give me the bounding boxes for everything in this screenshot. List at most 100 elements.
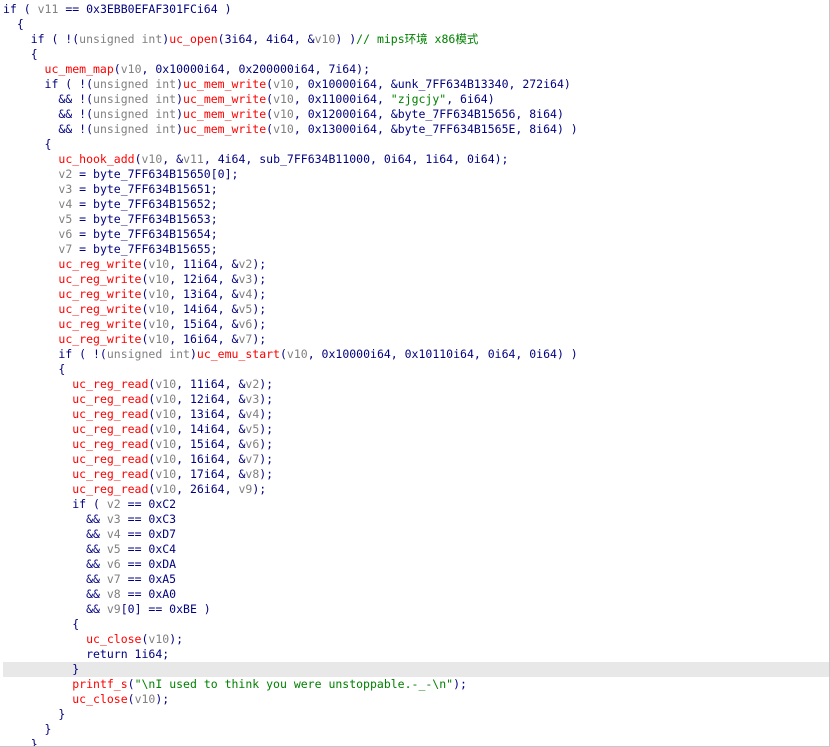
pseudocode-editor[interactable]: if ( v11 == 0x3EBB0EFAF301FCi64 ) { if (… bbox=[0, 0, 830, 747]
code-line[interactable]: uc_reg_write(v10, 15i64, &v6); bbox=[3, 317, 829, 332]
code-line[interactable]: v2 = byte_7FF634B15650[0]; bbox=[3, 167, 829, 182]
code-line[interactable]: && v9[0] == 0xBE ) bbox=[3, 602, 829, 617]
code-line[interactable]: uc_reg_read(v10, 13i64, &v4); bbox=[3, 407, 829, 422]
code-line[interactable]: uc_reg_write(v10, 11i64, &v2); bbox=[3, 257, 829, 272]
code-line[interactable]: uc_reg_read(v10, 11i64, &v2); bbox=[3, 377, 829, 392]
code-text: , 15i64, & bbox=[176, 437, 246, 451]
code-line[interactable]: if ( !(unsigned int)uc_mem_write(v10, 0x… bbox=[3, 77, 829, 92]
code-line[interactable]: && v6 == 0xDA bbox=[3, 557, 829, 572]
code-line[interactable]: && v7 == 0xA5 bbox=[3, 572, 829, 587]
code-line[interactable]: if ( v11 == 0x3EBB0EFAF301FCi64 ) bbox=[3, 2, 829, 17]
code-line[interactable]: uc_hook_add(v10, &v11, 4i64, sub_7FF634B… bbox=[3, 152, 829, 167]
code-line[interactable]: v6 = byte_7FF634B15654; bbox=[3, 227, 829, 242]
code-text: , 0x10000i64, 0x200000i64, 7i64); bbox=[141, 62, 370, 76]
function-name: uc_close bbox=[86, 632, 142, 646]
code-line[interactable]: uc_reg_read(v10, 14i64, &v5); bbox=[3, 422, 829, 437]
code-line[interactable]: && v3 == 0xC3 bbox=[3, 512, 829, 527]
code-line-current[interactable]: } bbox=[3, 662, 829, 677]
code-line[interactable]: uc_reg_read(v10, 16i64, &v7); bbox=[3, 452, 829, 467]
code-line[interactable]: printf_s("\nI used to think you were uns… bbox=[3, 677, 829, 692]
code-line[interactable]: { bbox=[3, 47, 829, 62]
code-view[interactable]: if ( v11 == 0x3EBB0EFAF301FCi64 ) { if (… bbox=[3, 2, 829, 747]
code-line[interactable]: v5 = byte_7FF634B15653; bbox=[3, 212, 829, 227]
code-line[interactable]: && !(unsigned int)uc_mem_write(v10, 0x13… bbox=[3, 122, 829, 137]
code-line[interactable]: uc_reg_read(v10, 12i64, &v3); bbox=[3, 392, 829, 407]
code-line[interactable]: && !(unsigned int)uc_mem_write(v10, 0x12… bbox=[3, 107, 829, 122]
code-line[interactable]: { bbox=[3, 617, 829, 632]
code-line[interactable]: v3 = byte_7FF634B15651; bbox=[3, 182, 829, 197]
code-line[interactable]: && !(unsigned int)uc_mem_write(v10, 0x11… bbox=[3, 92, 829, 107]
code-text: , 11i64, & bbox=[169, 257, 239, 271]
variable-name: v10 bbox=[148, 317, 170, 331]
code-text: , 14i64, & bbox=[169, 302, 239, 316]
code-line[interactable]: uc_reg_read(v10, 26i64, v9); bbox=[3, 482, 829, 497]
code-line[interactable]: uc_reg_read(v10, 17i64, &v8); bbox=[3, 467, 829, 482]
code-line[interactable]: uc_reg_read(v10, 15i64, &v6); bbox=[3, 437, 829, 452]
function-name: uc_reg_read bbox=[72, 467, 149, 481]
variable-name: v10 bbox=[155, 377, 177, 391]
code-text: ); bbox=[259, 377, 274, 391]
code-line[interactable]: && v4 == 0xD7 bbox=[3, 527, 829, 542]
function-name: uc_reg_write bbox=[58, 302, 142, 316]
function-name: uc_mem_write bbox=[183, 77, 267, 91]
code-line[interactable]: { bbox=[3, 137, 829, 152]
code-line[interactable]: return 1i64; bbox=[3, 647, 829, 662]
variable-name: v5 bbox=[58, 212, 73, 226]
code-text: , 12i64, & bbox=[176, 392, 246, 406]
code-line[interactable]: v4 = byte_7FF634B15652; bbox=[3, 197, 829, 212]
code-text: , 11i64, & bbox=[176, 377, 246, 391]
code-text: { bbox=[3, 17, 24, 31]
function-name: uc_reg_write bbox=[58, 287, 142, 301]
code-text: (3i64, 4i64, & bbox=[217, 32, 315, 46]
code-line[interactable]: { bbox=[3, 362, 829, 377]
code-text: [0] == 0xBE ) bbox=[120, 602, 211, 616]
code-line[interactable]: if ( !(unsigned int)uc_open(3i64, 4i64, … bbox=[3, 32, 829, 47]
variable-name: v2 bbox=[238, 257, 253, 271]
code-text: ); bbox=[259, 437, 274, 451]
variable-name: v10 bbox=[314, 32, 336, 46]
variable-name: v10 bbox=[141, 152, 163, 166]
code-line[interactable]: v7 = byte_7FF634B15655; bbox=[3, 242, 829, 257]
code-text: , 12i64, & bbox=[169, 272, 239, 286]
variable-name: v10 bbox=[273, 77, 294, 91]
code-line[interactable]: && v5 == 0xC4 bbox=[3, 542, 829, 557]
code-line[interactable]: uc_close(v10); bbox=[3, 632, 829, 647]
code-line[interactable]: uc_close(v10); bbox=[3, 692, 829, 707]
code-text: = byte_7FF634B15654; bbox=[72, 227, 218, 241]
variable-name: v10 bbox=[148, 302, 170, 316]
code-line[interactable]: uc_reg_write(v10, 12i64, &v3); bbox=[3, 272, 829, 287]
variable-name: v10 bbox=[155, 467, 177, 481]
string-literal: "\nI used to think you were unstoppable.… bbox=[134, 677, 454, 691]
function-name: uc_reg_read bbox=[72, 422, 149, 436]
code-text: && bbox=[3, 542, 107, 556]
code-text: == 0xA0 bbox=[120, 587, 177, 601]
code-line[interactable]: && v8 == 0xA0 bbox=[3, 587, 829, 602]
code-line[interactable]: if ( !(unsigned int)uc_emu_start(v10, 0x… bbox=[3, 347, 829, 362]
code-text: { bbox=[3, 617, 80, 631]
code-text: , & bbox=[162, 152, 184, 166]
code-text: ); bbox=[259, 422, 274, 436]
code-text: ); bbox=[259, 392, 274, 406]
variable-name: v10 bbox=[273, 122, 294, 136]
code-line[interactable]: uc_reg_write(v10, 13i64, &v4); bbox=[3, 287, 829, 302]
variable-name: v5 bbox=[106, 542, 121, 556]
code-line[interactable]: { bbox=[3, 17, 829, 32]
code-text: ); bbox=[259, 407, 274, 421]
code-line[interactable]: uc_mem_map(v10, 0x10000i64, 0x200000i64,… bbox=[3, 62, 829, 77]
variable-name: v7 bbox=[245, 452, 260, 466]
code-line[interactable]: uc_reg_write(v10, 16i64, &v7); bbox=[3, 332, 829, 347]
code-line[interactable]: } bbox=[3, 722, 829, 737]
code-text: ( bbox=[127, 677, 135, 691]
code-text: == 0xC2 bbox=[120, 497, 177, 511]
code-text: == 0xD7 bbox=[120, 527, 177, 541]
variable-name: v10 bbox=[155, 422, 177, 436]
code-text: , 13i64, & bbox=[169, 287, 239, 301]
code-text: ); bbox=[259, 467, 274, 481]
code-line[interactable]: if ( v2 == 0xC2 bbox=[3, 497, 829, 512]
variable-name: v3 bbox=[245, 392, 260, 406]
code-line[interactable]: } bbox=[3, 707, 829, 722]
code-text: ); bbox=[252, 482, 267, 496]
code-line[interactable]: uc_reg_write(v10, 14i64, &v5); bbox=[3, 302, 829, 317]
